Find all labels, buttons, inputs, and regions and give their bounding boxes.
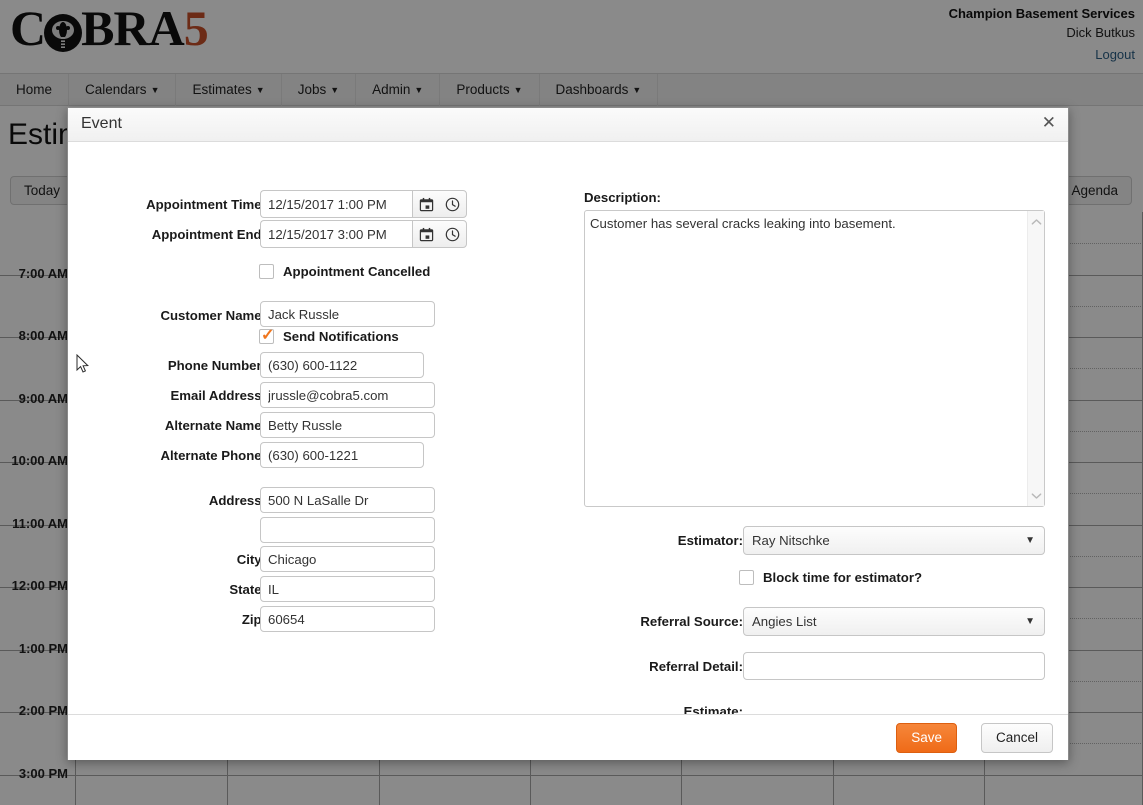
modal-title: Event	[81, 115, 122, 132]
zip-input[interactable]	[260, 606, 435, 632]
appointment-cancelled-checkbox[interactable]	[259, 264, 274, 279]
referral-source-value: Angies List	[752, 614, 817, 629]
referral-source-label: Referral Source:	[640, 614, 743, 629]
alternate-name-label: Alternate Name:	[164, 418, 266, 433]
description-text: Customer has several cracks leaking into…	[590, 216, 896, 231]
appointment-time-picker-buttons[interactable]	[412, 190, 467, 218]
appointment-end-input[interactable]	[260, 220, 412, 248]
appointment-cancelled-label: Appointment Cancelled	[283, 264, 431, 279]
modal-header: Event ✕	[68, 108, 1068, 142]
estimator-value: Ray Nitschke	[752, 533, 830, 548]
appointment-time-group	[260, 190, 467, 218]
appointment-time-input[interactable]	[260, 190, 412, 218]
calendar-icon[interactable]	[419, 197, 434, 212]
block-time-label: Block time for estimator?	[763, 570, 923, 585]
customer-name-label: Customer Name:	[160, 308, 266, 323]
alternate-phone-label: Alternate Phone:	[160, 448, 266, 463]
phone-number-input[interactable]	[260, 352, 424, 378]
mouse-cursor	[76, 353, 90, 374]
send-notifications-label: Send Notifications	[283, 329, 399, 344]
referral-detail-label: Referral Detail:	[649, 659, 743, 674]
calendar-icon[interactable]	[419, 227, 434, 242]
send-notifications-checkbox[interactable]	[259, 325, 274, 345]
block-time-checkbox[interactable]	[739, 570, 754, 585]
cancel-button[interactable]: Cancel	[980, 723, 1053, 753]
description-label: Description:	[584, 190, 661, 205]
scroll-up-icon[interactable]	[1028, 213, 1045, 230]
chevron-down-icon: ▼	[1025, 535, 1035, 546]
modal-body: Appointment Time: Appointment End:	[68, 142, 1068, 719]
clock-icon[interactable]	[445, 197, 460, 212]
address-label: Address:	[208, 493, 266, 508]
clock-icon[interactable]	[445, 227, 460, 242]
close-icon[interactable]: ✕	[1042, 113, 1056, 133]
block-time-row: Block time for estimator?	[739, 570, 922, 585]
phone-number-label: Phone Number:	[167, 358, 266, 373]
city-label: City:	[236, 552, 266, 567]
address-line2-input[interactable]	[260, 517, 435, 543]
event-modal: Event ✕ Appointment Time: Appointment En…	[67, 107, 1069, 760]
alternate-phone-input[interactable]	[260, 442, 424, 468]
referral-detail-input[interactable]	[743, 652, 1045, 680]
city-input[interactable]	[260, 546, 435, 572]
state-label: State:	[229, 582, 266, 597]
modal-footer: Save Cancel	[68, 714, 1068, 760]
email-address-input[interactable]	[260, 382, 435, 408]
description-textarea[interactable]: Customer has several cracks leaking into…	[584, 210, 1045, 507]
estimator-label: Estimator:	[677, 533, 743, 548]
appointment-cancelled-row: Appointment Cancelled	[259, 264, 430, 279]
customer-name-input[interactable]	[260, 301, 435, 327]
alternate-name-input[interactable]	[260, 412, 435, 438]
estimator-select[interactable]: Ray Nitschke ▼	[743, 526, 1045, 555]
address-line1-input[interactable]	[260, 487, 435, 513]
appointment-end-label: Appointment End:	[151, 227, 266, 242]
save-button[interactable]: Save	[896, 723, 957, 753]
appointment-end-picker-buttons[interactable]	[412, 220, 467, 248]
zip-label: Zip:	[241, 612, 266, 627]
scroll-down-icon[interactable]	[1028, 487, 1045, 504]
state-input[interactable]	[260, 576, 435, 602]
chevron-down-icon: ▼	[1025, 616, 1035, 627]
email-address-label: Email Address:	[170, 388, 266, 403]
description-scrollbar[interactable]	[1027, 211, 1044, 506]
send-notifications-row: Send Notifications	[259, 325, 399, 345]
referral-source-select[interactable]: Angies List ▼	[743, 607, 1045, 636]
appointment-time-label: Appointment Time:	[146, 197, 266, 212]
appointment-end-group	[260, 220, 467, 248]
